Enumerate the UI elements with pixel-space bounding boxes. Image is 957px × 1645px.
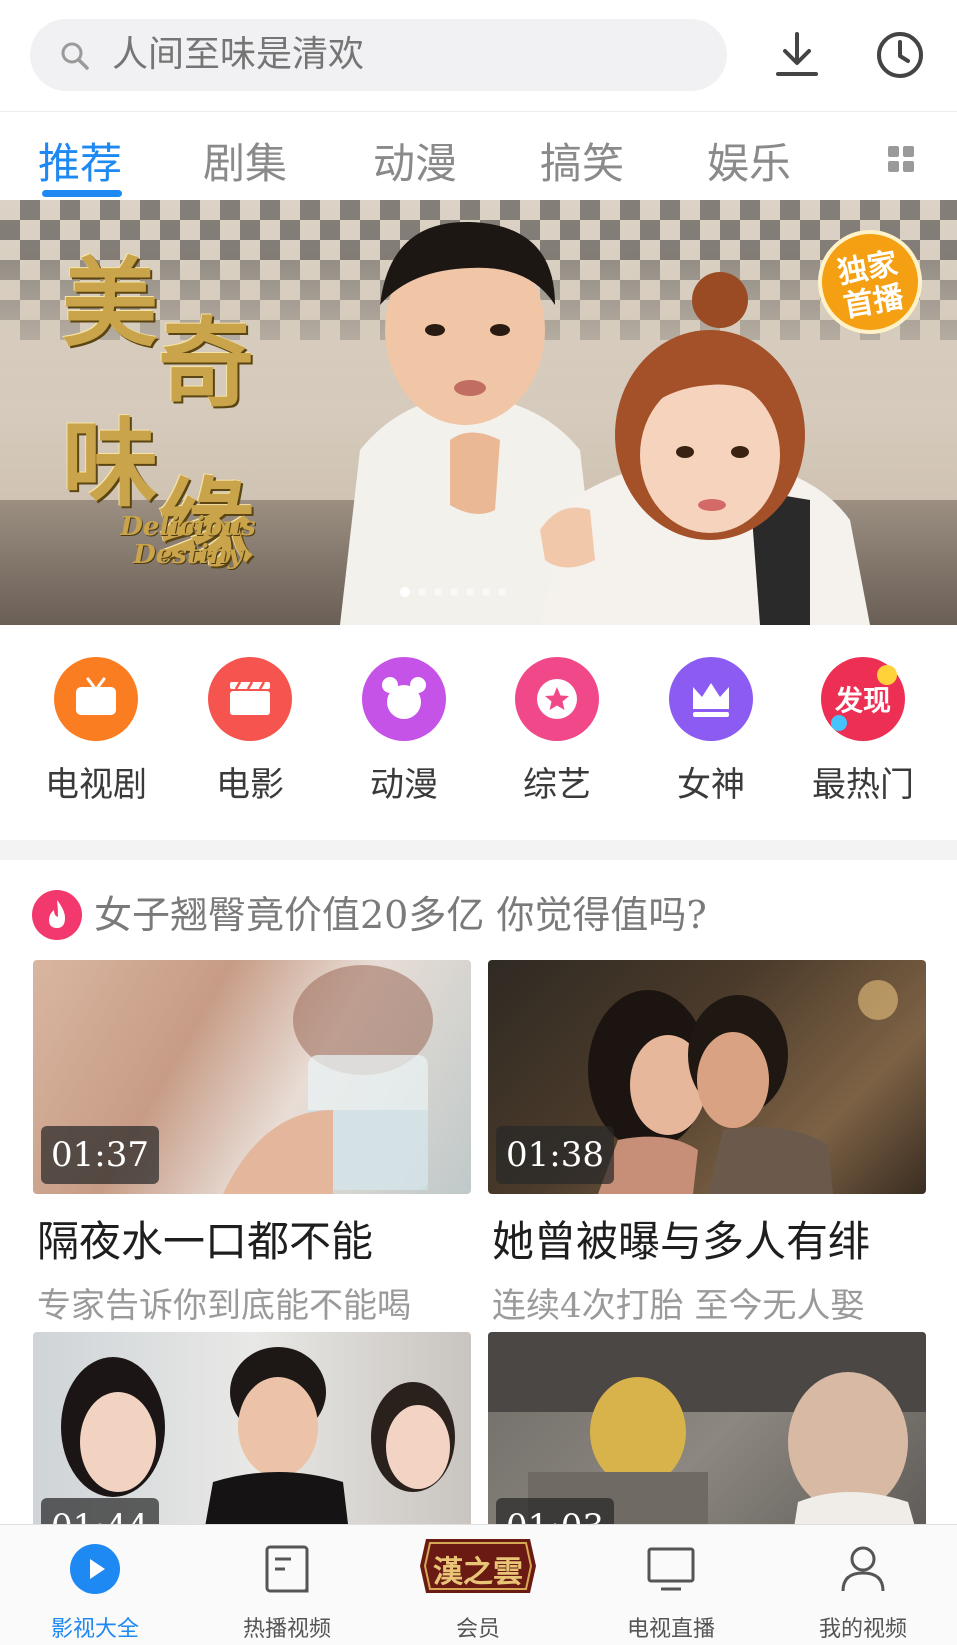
document-icon	[265, 1545, 309, 1593]
grid-menu-icon[interactable]	[886, 144, 916, 174]
nav-vip[interactable]: 漢之雲 会员	[403, 1525, 553, 1645]
clapperboard-icon	[230, 681, 270, 715]
search-box[interactable]	[30, 19, 727, 91]
tab-entertainment[interactable]: 娱乐	[707, 130, 791, 191]
video-duration: 01:37	[41, 1126, 159, 1184]
nav-movies-home[interactable]: 影视大全	[20, 1525, 170, 1645]
video-card[interactable]: 01:37 隔夜水一口都不能 专家告诉你到底能不能喝	[33, 960, 471, 1326]
video-duration: 01:38	[496, 1126, 614, 1184]
video-card[interactable]: 01:38 她曾被曝与多人有绯 连续4次打胎 至今无人娶	[488, 960, 926, 1326]
bottom-navigation: 影视大全 热播视频 漢之雲 会员 电视直播 我的视频	[0, 1524, 957, 1645]
shortcut-variety[interactable]: 综艺	[497, 657, 617, 806]
tv-icon	[76, 677, 116, 715]
topic-headline[interactable]: 女子翘臀竟价值20多亿 你觉得值吗?	[94, 884, 707, 939]
search-icon	[61, 42, 89, 70]
nav-hot-videos[interactable]: 热播视频	[212, 1525, 362, 1645]
shortcut-movies[interactable]: 电影	[190, 657, 310, 806]
carousel-dot[interactable]	[482, 588, 490, 596]
tv-icon	[647, 1547, 695, 1591]
tab-series[interactable]: 剧集	[203, 130, 287, 191]
bear-head-icon	[382, 677, 426, 719]
hot-topic[interactable]: 女子翘臀竟价值20多亿 你觉得值吗?	[0, 860, 957, 960]
carousel-dot[interactable]	[498, 588, 506, 596]
crown-icon	[693, 683, 729, 717]
video-thumbnail[interactable]: 01:38	[488, 960, 926, 1194]
header	[0, 0, 957, 112]
banner-english-title: Delicious Destiny	[120, 512, 256, 570]
video-title[interactable]: 她曾被曝与多人有绯	[492, 1208, 870, 1269]
shortcut-goddess[interactable]: 女神	[651, 657, 771, 806]
shortcut-tv-series[interactable]: 电视剧	[36, 657, 156, 806]
tab-active-indicator	[42, 190, 122, 197]
shortcut-anime[interactable]: 动漫	[344, 657, 464, 806]
fire-icon	[32, 890, 82, 940]
carousel-dot[interactable]	[450, 588, 458, 596]
video-subtitle: 连续4次打胎 至今无人娶	[492, 1286, 865, 1326]
star-icon	[537, 679, 577, 719]
vip-logo-text: 漢之雲	[433, 1555, 523, 1590]
history-clock-icon[interactable]	[873, 28, 927, 82]
category-tabs: 推荐 剧集 动漫 搞笑 娱乐	[0, 112, 957, 200]
nav-my-videos[interactable]: 我的视频	[788, 1525, 938, 1645]
category-shortcuts: 电视剧 电影 动漫 综艺 女神 发现 最热门	[0, 625, 957, 840]
hero-banner[interactable]: 美 奇 味 缘 Delicious Destiny 独家 首播	[0, 200, 957, 625]
video-subtitle: 专家告诉你到底能不能喝	[37, 1286, 411, 1326]
search-input[interactable]	[112, 19, 692, 91]
person-icon	[841, 1546, 885, 1592]
section-divider	[0, 840, 957, 860]
carousel-dot[interactable]	[434, 588, 442, 596]
carousel-dot[interactable]	[466, 588, 474, 596]
carousel-dot[interactable]	[400, 587, 410, 597]
play-circle-icon	[70, 1544, 120, 1594]
carousel-dot[interactable]	[418, 588, 426, 596]
tab-funny[interactable]: 搞笑	[540, 130, 624, 191]
nav-live-tv[interactable]: 电视直播	[596, 1525, 746, 1645]
tab-recommend[interactable]: 推荐	[38, 130, 122, 191]
shortcut-trending[interactable]: 发现 最热门	[803, 657, 923, 806]
video-title[interactable]: 隔夜水一口都不能	[37, 1208, 373, 1269]
banner-female-actor-image	[540, 272, 870, 625]
download-icon[interactable]	[770, 28, 824, 82]
tab-anime[interactable]: 动漫	[373, 130, 457, 191]
video-thumbnail[interactable]: 01:37	[33, 960, 471, 1194]
app-screen: 推荐 剧集 动漫 搞笑 娱乐	[0, 0, 957, 1645]
